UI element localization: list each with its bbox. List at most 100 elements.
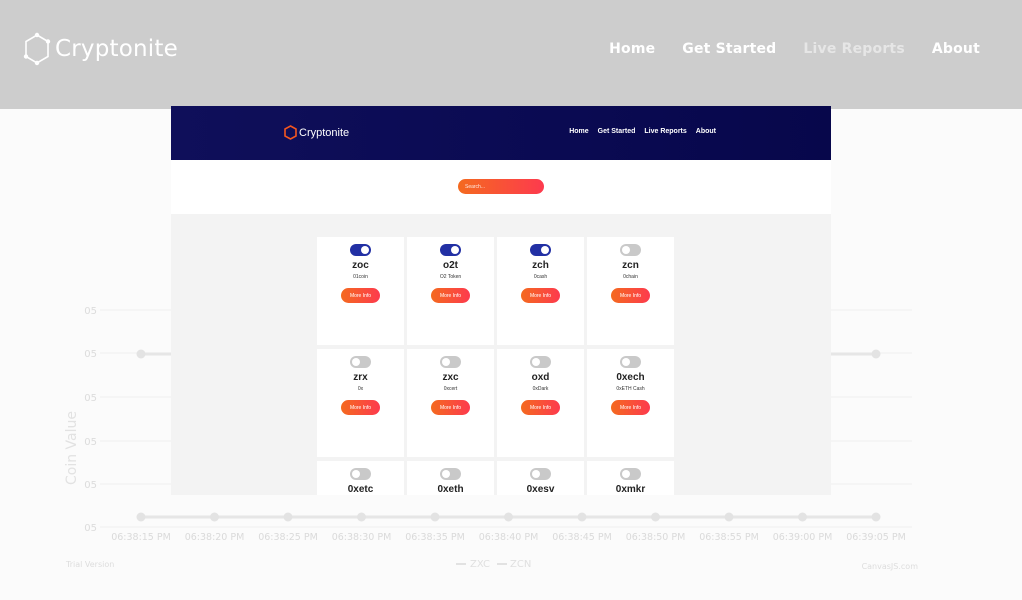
coin-toggle[interactable] bbox=[350, 244, 371, 256]
series-point[interactable] bbox=[724, 512, 734, 522]
coin-card: zoc 01coin More Info bbox=[317, 237, 404, 345]
coin-toggle[interactable] bbox=[350, 468, 371, 480]
x-tick-label: 06:38:15 PM bbox=[111, 532, 171, 543]
coin-toggle[interactable] bbox=[530, 468, 551, 480]
nav-about[interactable]: About bbox=[932, 41, 980, 57]
more-info-button[interactable]: More Info bbox=[611, 288, 650, 303]
coin-name: 0xETH Cash bbox=[616, 386, 645, 392]
coin-toggle[interactable] bbox=[530, 244, 551, 256]
chart-legend[interactable]: ZXC ZCN bbox=[456, 559, 531, 570]
coin-card: zch 0cash More Info bbox=[497, 237, 584, 345]
hexagon-logo-icon bbox=[284, 125, 297, 140]
more-info-button[interactable]: More Info bbox=[611, 400, 650, 415]
more-info-button[interactable]: More Info bbox=[341, 288, 380, 303]
coin-toggle[interactable] bbox=[440, 356, 461, 368]
coin-toggle[interactable] bbox=[620, 468, 641, 480]
y-tick-label: 05 bbox=[84, 393, 97, 404]
coin-symbol: oxd bbox=[531, 372, 550, 383]
coin-symbol: zch bbox=[532, 260, 549, 271]
nav-home[interactable]: Home bbox=[609, 41, 655, 57]
coin-symbol: 0xmkr bbox=[615, 484, 646, 495]
more-info-button[interactable]: More Info bbox=[521, 400, 560, 415]
coin-toggle[interactable] bbox=[440, 468, 461, 480]
coin-card: 0xech 0xETH Cash More Info bbox=[587, 349, 674, 457]
coin-card: 0xmkrMore Info bbox=[587, 461, 674, 495]
coin-card: zrx 0x More Info bbox=[317, 349, 404, 457]
coin-card: 0xetcMore Info bbox=[317, 461, 404, 495]
coin-card: 0xethMore Info bbox=[407, 461, 494, 495]
coin-symbol: zrx bbox=[353, 372, 368, 383]
x-tick-label: 06:38:25 PM bbox=[258, 532, 318, 543]
coin-symbol: 0xeth bbox=[437, 484, 464, 495]
coin-card: zcn 0chain More Info bbox=[587, 237, 674, 345]
series-point[interactable] bbox=[577, 512, 587, 522]
x-tick-label: 06:38:35 PM bbox=[405, 532, 465, 543]
legend-item-zxc[interactable]: ZXC bbox=[470, 559, 490, 570]
x-tick-label: 06:39:05 PM bbox=[846, 532, 906, 543]
coin-toggle[interactable] bbox=[530, 356, 551, 368]
more-info-button[interactable]: More Info bbox=[521, 288, 560, 303]
preview-brand-name: Cryptonite bbox=[299, 126, 350, 139]
coin-symbol: 0xech bbox=[616, 372, 645, 383]
coin-toggle[interactable] bbox=[440, 244, 461, 256]
x-tick-label: 06:39:00 PM bbox=[773, 532, 833, 543]
coin-name: 0cash bbox=[533, 274, 548, 280]
legend-item-zcn[interactable]: ZCN bbox=[510, 559, 531, 570]
coin-card: zxc 0xcert More Info bbox=[407, 349, 494, 457]
chart-credit-left: Trial Version bbox=[65, 560, 114, 569]
y-tick-label: 05 bbox=[84, 480, 97, 491]
coin-toggle[interactable] bbox=[350, 356, 371, 368]
coin-toggle[interactable] bbox=[620, 356, 641, 368]
coin-name: 01coin bbox=[353, 274, 368, 280]
coin-toggle[interactable] bbox=[620, 244, 641, 256]
coin-name: 0xcert bbox=[443, 386, 458, 392]
preview-header: Cryptonite Home Get Started Live Reports… bbox=[171, 106, 831, 160]
coin-name: 0xDark bbox=[532, 386, 549, 392]
preview-nav-home[interactable]: Home bbox=[569, 128, 588, 135]
coin-card: 0xesvMore Info bbox=[497, 461, 584, 495]
series-point[interactable] bbox=[136, 349, 146, 359]
y-tick-label: 05 bbox=[84, 349, 97, 360]
series-point[interactable] bbox=[798, 512, 807, 522]
more-info-button[interactable]: More Info bbox=[431, 288, 470, 303]
coin-symbol: 0xesv bbox=[526, 484, 555, 495]
search-input[interactable] bbox=[458, 179, 544, 194]
x-tick-label: 06:38:40 PM bbox=[479, 532, 539, 543]
coin-name: 0x bbox=[357, 386, 364, 392]
nav-live-reports[interactable]: Live Reports bbox=[803, 41, 904, 57]
x-tick-label: 06:38:50 PM bbox=[626, 532, 686, 543]
chart-credit-right: CanvasJS.com bbox=[862, 562, 919, 571]
preview-nav-live-reports[interactable]: Live Reports bbox=[644, 128, 686, 135]
brand-name: Cryptonite bbox=[55, 36, 178, 62]
series-point[interactable] bbox=[871, 349, 881, 359]
nav-get-started[interactable]: Get Started bbox=[682, 41, 776, 57]
y-tick-label: 05 bbox=[84, 306, 97, 317]
series-point[interactable] bbox=[651, 512, 660, 522]
preview-nav: Home Get Started Live Reports About bbox=[569, 128, 716, 135]
x-tick-label: 06:38:30 PM bbox=[332, 532, 392, 543]
preview-nav-get-started[interactable]: Get Started bbox=[598, 128, 636, 135]
coin-name: O2 Token bbox=[439, 274, 462, 280]
series-point[interactable] bbox=[871, 512, 881, 522]
coin-symbol: zcn bbox=[622, 260, 639, 271]
series-point[interactable] bbox=[430, 512, 440, 522]
x-tick-label: 06:38:55 PM bbox=[699, 532, 759, 543]
brand-logo[interactable]: Cryptonite bbox=[22, 30, 178, 68]
coin-symbol: 0xetc bbox=[347, 484, 374, 495]
preview-screenshot: Cryptonite Home Get Started Live Reports… bbox=[171, 106, 831, 495]
series-point[interactable] bbox=[210, 512, 219, 522]
series-point[interactable] bbox=[136, 512, 146, 522]
x-axis-ticks: 06:38:15 PM 06:38:20 PM 06:38:25 PM 06:38:3… bbox=[111, 532, 906, 543]
series-point[interactable] bbox=[283, 512, 293, 522]
more-info-button[interactable]: More Info bbox=[341, 400, 380, 415]
series-point[interactable] bbox=[504, 512, 513, 522]
preview-nav-about[interactable]: About bbox=[696, 128, 716, 135]
coin-card: oxd 0xDark More Info bbox=[497, 349, 584, 457]
more-info-button[interactable]: More Info bbox=[431, 400, 470, 415]
y-axis-label: Coin Value bbox=[64, 411, 80, 485]
preview-brand-logo[interactable]: Cryptonite bbox=[284, 125, 349, 140]
coin-grid: zoc 01coin More Info o2t O2 Token More Info zc… bbox=[317, 237, 674, 495]
x-tick-label: 06:38:20 PM bbox=[185, 532, 245, 543]
search-band bbox=[171, 160, 831, 214]
series-point[interactable] bbox=[357, 512, 366, 522]
